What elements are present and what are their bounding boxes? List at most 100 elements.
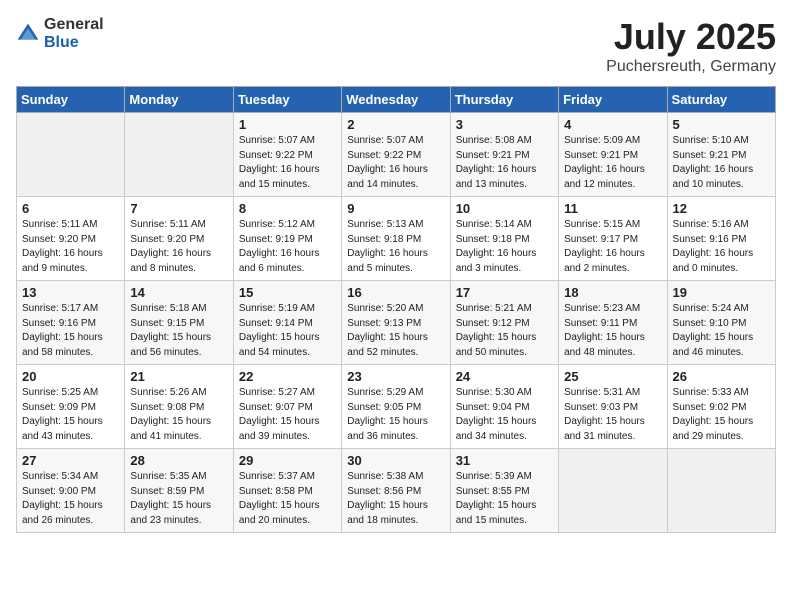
day-info: Sunrise: 5:29 AM Sunset: 9:05 PM Dayligh… [347, 386, 444, 444]
calendar-day-cell: 1 Sunrise: 5:07 AM Sunset: 9:22 PM Daylig… [233, 113, 341, 197]
weekday-header-cell: Thursday [450, 87, 558, 113]
day-info: Sunrise: 5:19 AM Sunset: 9:14 PM Dayligh… [239, 302, 336, 360]
day-info: Sunrise: 5:26 AM Sunset: 9:08 PM Dayligh… [130, 386, 227, 444]
calendar-day-cell: 20 Sunrise: 5:25 AM Sunset: 9:09 PM Dayli… [17, 365, 125, 449]
calendar-day-cell: 18Sunrise: 5:23 AM Sunset: 9:11 PM Dayli… [559, 281, 667, 365]
weekday-header-cell: Sunday [17, 87, 125, 113]
day-info: Sunrise: 5:07 AM Sunset: 9:22 PM Dayligh… [347, 134, 444, 192]
day-number: 29 [239, 453, 336, 468]
logo-text: General Blue [44, 16, 104, 51]
calendar-day-cell: 6Sunrise: 5:11 AM Sunset: 9:20 PM Daylig… [17, 197, 125, 281]
calendar-day-cell: 24 Sunrise: 5:30 AM Sunset: 9:04 PM Dayli… [450, 365, 558, 449]
day-info: Sunrise: 5:30 AM Sunset: 9:04 PM Dayligh… [456, 386, 553, 444]
day-number: 12 [673, 201, 770, 216]
day-number: 15 [239, 285, 336, 300]
calendar-day-cell [17, 113, 125, 197]
calendar-day-cell: 31 Sunrise: 5:39 AM Sunset: 8:55 PM Dayli… [450, 449, 558, 533]
day-info: Sunrise: 5:38 AM Sunset: 8:56 PM Dayligh… [347, 470, 444, 528]
day-number: 18 [564, 285, 661, 300]
day-number: 2 [347, 117, 444, 132]
calendar-day-cell: 25 Sunrise: 5:31 AM Sunset: 9:03 PM Dayli… [559, 365, 667, 449]
day-number: 23 [347, 369, 444, 384]
day-info: Sunrise: 5:39 AM Sunset: 8:55 PM Dayligh… [456, 470, 553, 528]
logo-general-text: General [44, 16, 104, 34]
calendar-day-cell: 13 Sunrise: 5:17 AM Sunset: 9:16 PM Dayli… [17, 281, 125, 365]
day-number: 24 [456, 369, 553, 384]
day-info: Sunrise: 5:14 AM Sunset: 9:18 PM Dayligh… [456, 218, 553, 276]
day-number: 11 [564, 201, 661, 216]
day-info: Sunrise: 5:07 AM Sunset: 9:22 PM Dayligh… [239, 134, 336, 192]
day-info: Sunrise: 5:35 AM Sunset: 8:59 PM Dayligh… [130, 470, 227, 528]
day-number: 17 [456, 285, 553, 300]
day-info: Sunrise: 5:13 AM Sunset: 9:18 PM Dayligh… [347, 218, 444, 276]
calendar-day-cell: 4 Sunrise: 5:09 AM Sunset: 9:21 PM Daylig… [559, 113, 667, 197]
day-number: 10 [456, 201, 553, 216]
calendar-day-cell: 7 Sunrise: 5:11 AM Sunset: 9:20 PM Daylig… [125, 197, 233, 281]
calendar-table: SundayMondayTuesdayWednesdayThursdayFrid… [16, 86, 776, 533]
title-block: July 2025 Puchersreuth, Germany [606, 16, 776, 76]
weekday-header-cell: Monday [125, 87, 233, 113]
calendar-day-cell: 26 Sunrise: 5:33 AM Sunset: 9:02 PM Dayli… [667, 365, 775, 449]
calendar-day-cell: 5 Sunrise: 5:10 AM Sunset: 9:21 PM Daylig… [667, 113, 775, 197]
day-number: 31 [456, 453, 553, 468]
calendar-day-cell: 11 Sunrise: 5:15 AM Sunset: 9:17 PM Dayli… [559, 197, 667, 281]
logo-blue-text: Blue [44, 34, 104, 52]
weekday-header-row: SundayMondayTuesdayWednesdayThursdayFrid… [17, 87, 776, 113]
calendar-day-cell: 14Sunrise: 5:18 AM Sunset: 9:15 PM Dayli… [125, 281, 233, 365]
calendar-week-row: 6 Sunrise: 5:11 AM Sunset: 9:20 PM Daylig… [17, 197, 776, 281]
day-info: Sunrise: 5:31 AM Sunset: 9:03 PM Dayligh… [564, 386, 661, 444]
logo-icon [16, 22, 40, 46]
day-info: Sunrise: 5:18 AM Sunset: 9:15 PM Dayligh… [130, 302, 227, 360]
calendar-day-cell: 19Sunrise: 5:24 AM Sunset: 9:10 PM Dayli… [667, 281, 775, 365]
day-number: 26 [673, 369, 770, 384]
weekday-header-cell: Tuesday [233, 87, 341, 113]
day-info: Sunrise: 5:37 AM Sunset: 8:58 PM Dayligh… [239, 470, 336, 528]
calendar-day-cell: 9 Sunrise: 5:13 AM Sunset: 9:18 PM Daylig… [342, 197, 450, 281]
day-number: 6 [22, 201, 119, 216]
day-number: 13 [22, 285, 119, 300]
day-info: Sunrise: 5:25 AM Sunset: 9:09 PM Dayligh… [22, 386, 119, 444]
day-number: 4 [564, 117, 661, 132]
day-number: 21 [130, 369, 227, 384]
calendar-week-row: 13 Sunrise: 5:17 AM Sunset: 9:16 PM Dayli… [17, 281, 776, 365]
day-number: 9 [347, 201, 444, 216]
day-number: 27 [22, 453, 119, 468]
day-number: 20 [22, 369, 119, 384]
calendar-day-cell: 8Sunrise: 5:12 AM Sunset: 9:19 PM Daylig… [233, 197, 341, 281]
calendar-day-cell: 27 Sunrise: 5:34 AM Sunset: 9:00 PM Dayli… [17, 449, 125, 533]
calendar-day-cell [559, 449, 667, 533]
calendar-day-cell: 12 Sunrise: 5:16 AM Sunset: 9:16 PM Dayli… [667, 197, 775, 281]
day-number: 1 [239, 117, 336, 132]
calendar-day-cell: 2 Sunrise: 5:07 AM Sunset: 9:22 PM Daylig… [342, 113, 450, 197]
day-number: 7 [130, 201, 227, 216]
day-info: Sunrise: 5:34 AM Sunset: 9:00 PM Dayligh… [22, 470, 119, 528]
calendar-week-row: 1 Sunrise: 5:07 AM Sunset: 9:22 PM Daylig… [17, 113, 776, 197]
day-info: Sunrise: 5:27 AM Sunset: 9:07 PM Dayligh… [239, 386, 336, 444]
day-info: Sunrise: 5:21 AM Sunset: 9:12 PM Dayligh… [456, 302, 553, 360]
day-info: Sunrise: 5:11 AM Sunset: 9:20 PM Dayligh… [130, 218, 227, 276]
day-number: 28 [130, 453, 227, 468]
logo: General Blue [16, 16, 104, 51]
calendar-week-row: 20 Sunrise: 5:25 AM Sunset: 9:09 PM Dayli… [17, 365, 776, 449]
calendar-day-cell: 10 Sunrise: 5:14 AM Sunset: 9:18 PM Dayli… [450, 197, 558, 281]
day-info: Sunrise: 5:33 AM Sunset: 9:02 PM Dayligh… [673, 386, 770, 444]
calendar-day-cell: 23 Sunrise: 5:29 AM Sunset: 9:05 PM Dayli… [342, 365, 450, 449]
day-number: 3 [456, 117, 553, 132]
page-header: General Blue July 2025 Puchersreuth, Ger… [16, 16, 776, 76]
day-info: Sunrise: 5:17 AM Sunset: 9:16 PM Dayligh… [22, 302, 119, 360]
day-info: Sunrise: 5:10 AM Sunset: 9:21 PM Dayligh… [673, 134, 770, 192]
day-number: 25 [564, 369, 661, 384]
calendar-day-cell [125, 113, 233, 197]
day-info: Sunrise: 5:12 AM Sunset: 9:19 PM Dayligh… [239, 218, 336, 276]
weekday-header-cell: Wednesday [342, 87, 450, 113]
day-number: 5 [673, 117, 770, 132]
day-info: Sunrise: 5:16 AM Sunset: 9:16 PM Dayligh… [673, 218, 770, 276]
weekday-header-cell: Saturday [667, 87, 775, 113]
day-info: Sunrise: 5:15 AM Sunset: 9:17 PM Dayligh… [564, 218, 661, 276]
day-info: Sunrise: 5:08 AM Sunset: 9:21 PM Dayligh… [456, 134, 553, 192]
calendar-week-row: 27 Sunrise: 5:34 AM Sunset: 9:00 PM Dayli… [17, 449, 776, 533]
calendar-day-cell: 22Sunrise: 5:27 AM Sunset: 9:07 PM Dayli… [233, 365, 341, 449]
calendar-body: 1 Sunrise: 5:07 AM Sunset: 9:22 PM Daylig… [17, 113, 776, 533]
calendar-day-cell: 30Sunrise: 5:38 AM Sunset: 8:56 PM Dayli… [342, 449, 450, 533]
day-info: Sunrise: 5:09 AM Sunset: 9:21 PM Dayligh… [564, 134, 661, 192]
